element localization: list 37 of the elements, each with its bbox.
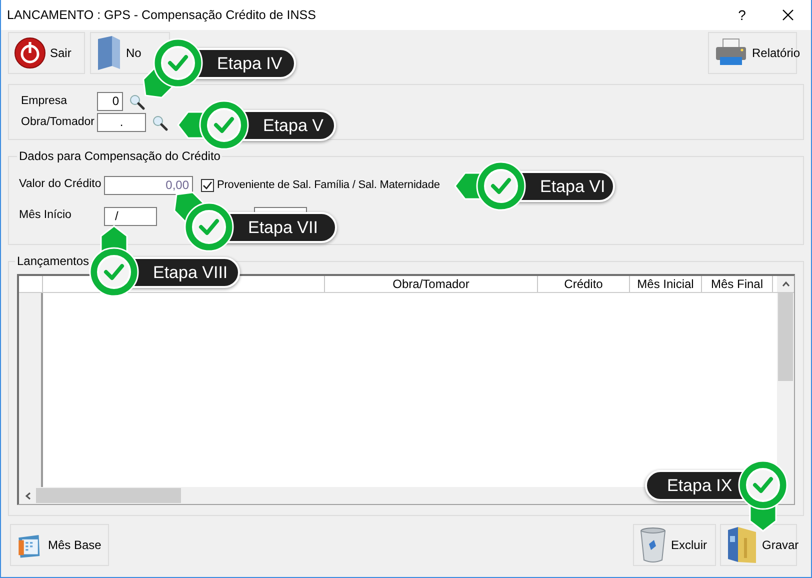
column-header[interactable]: Mês Final <box>702 276 773 292</box>
toolbar-button[interactable]: Excluir <box>633 524 716 566</box>
input-field[interactable]: . <box>97 113 146 132</box>
column-header[interactable]: Obra/Tomador <box>325 276 538 292</box>
check-pin-icon <box>173 191 235 253</box>
input-field[interactable]: / <box>104 206 157 226</box>
checkbox-label[interactable]: Proveniente de Sal. Família / Sal. Maternidade <box>217 176 440 194</box>
field-label: Mês Início <box>19 208 72 224</box>
field-label: Obra/Tomador <box>21 114 96 130</box>
help-button[interactable]: ? <box>719 4 765 26</box>
report-button[interactable]: Relatório <box>708 32 797 74</box>
scrollbar-thumb[interactable] <box>778 293 793 381</box>
folder-icon <box>726 526 758 564</box>
column-header[interactable]: Mês Inicial <box>630 276 702 292</box>
book-icon <box>96 35 122 71</box>
input-field[interactable]: 0,00 <box>104 176 193 194</box>
search-icon[interactable] <box>129 94 145 110</box>
window-title: LANCAMENTO : GPS - Compensação Crédito de INSS <box>7 6 317 24</box>
scrollbar-thumb[interactable] <box>36 488 181 503</box>
column-header[interactable]: Crédito <box>538 276 630 292</box>
input-field[interactable]: 0 <box>97 92 123 111</box>
toolbar-button[interactable]: Mês Base <box>10 524 109 566</box>
power-icon <box>14 37 46 69</box>
group-title: Lançamentos <box>16 254 90 268</box>
group-title: Dados para Compensação do Crédito <box>18 149 222 163</box>
toolbar-button[interactable]: Sair <box>8 32 85 74</box>
field-label: Empresa <box>21 94 68 109</box>
printer-icon <box>714 38 748 68</box>
trash-can-icon <box>639 526 667 564</box>
checkbox[interactable] <box>201 178 214 192</box>
check-pin-icon <box>142 37 204 99</box>
check-pin-icon <box>177 99 250 151</box>
field-label: Valor do Crédito <box>19 177 102 192</box>
search-icon[interactable] <box>152 114 168 130</box>
check-pin-icon <box>454 160 527 212</box>
toolbar-button[interactable]: Gravar <box>720 524 797 566</box>
scroll-up-icon[interactable] <box>777 276 794 292</box>
